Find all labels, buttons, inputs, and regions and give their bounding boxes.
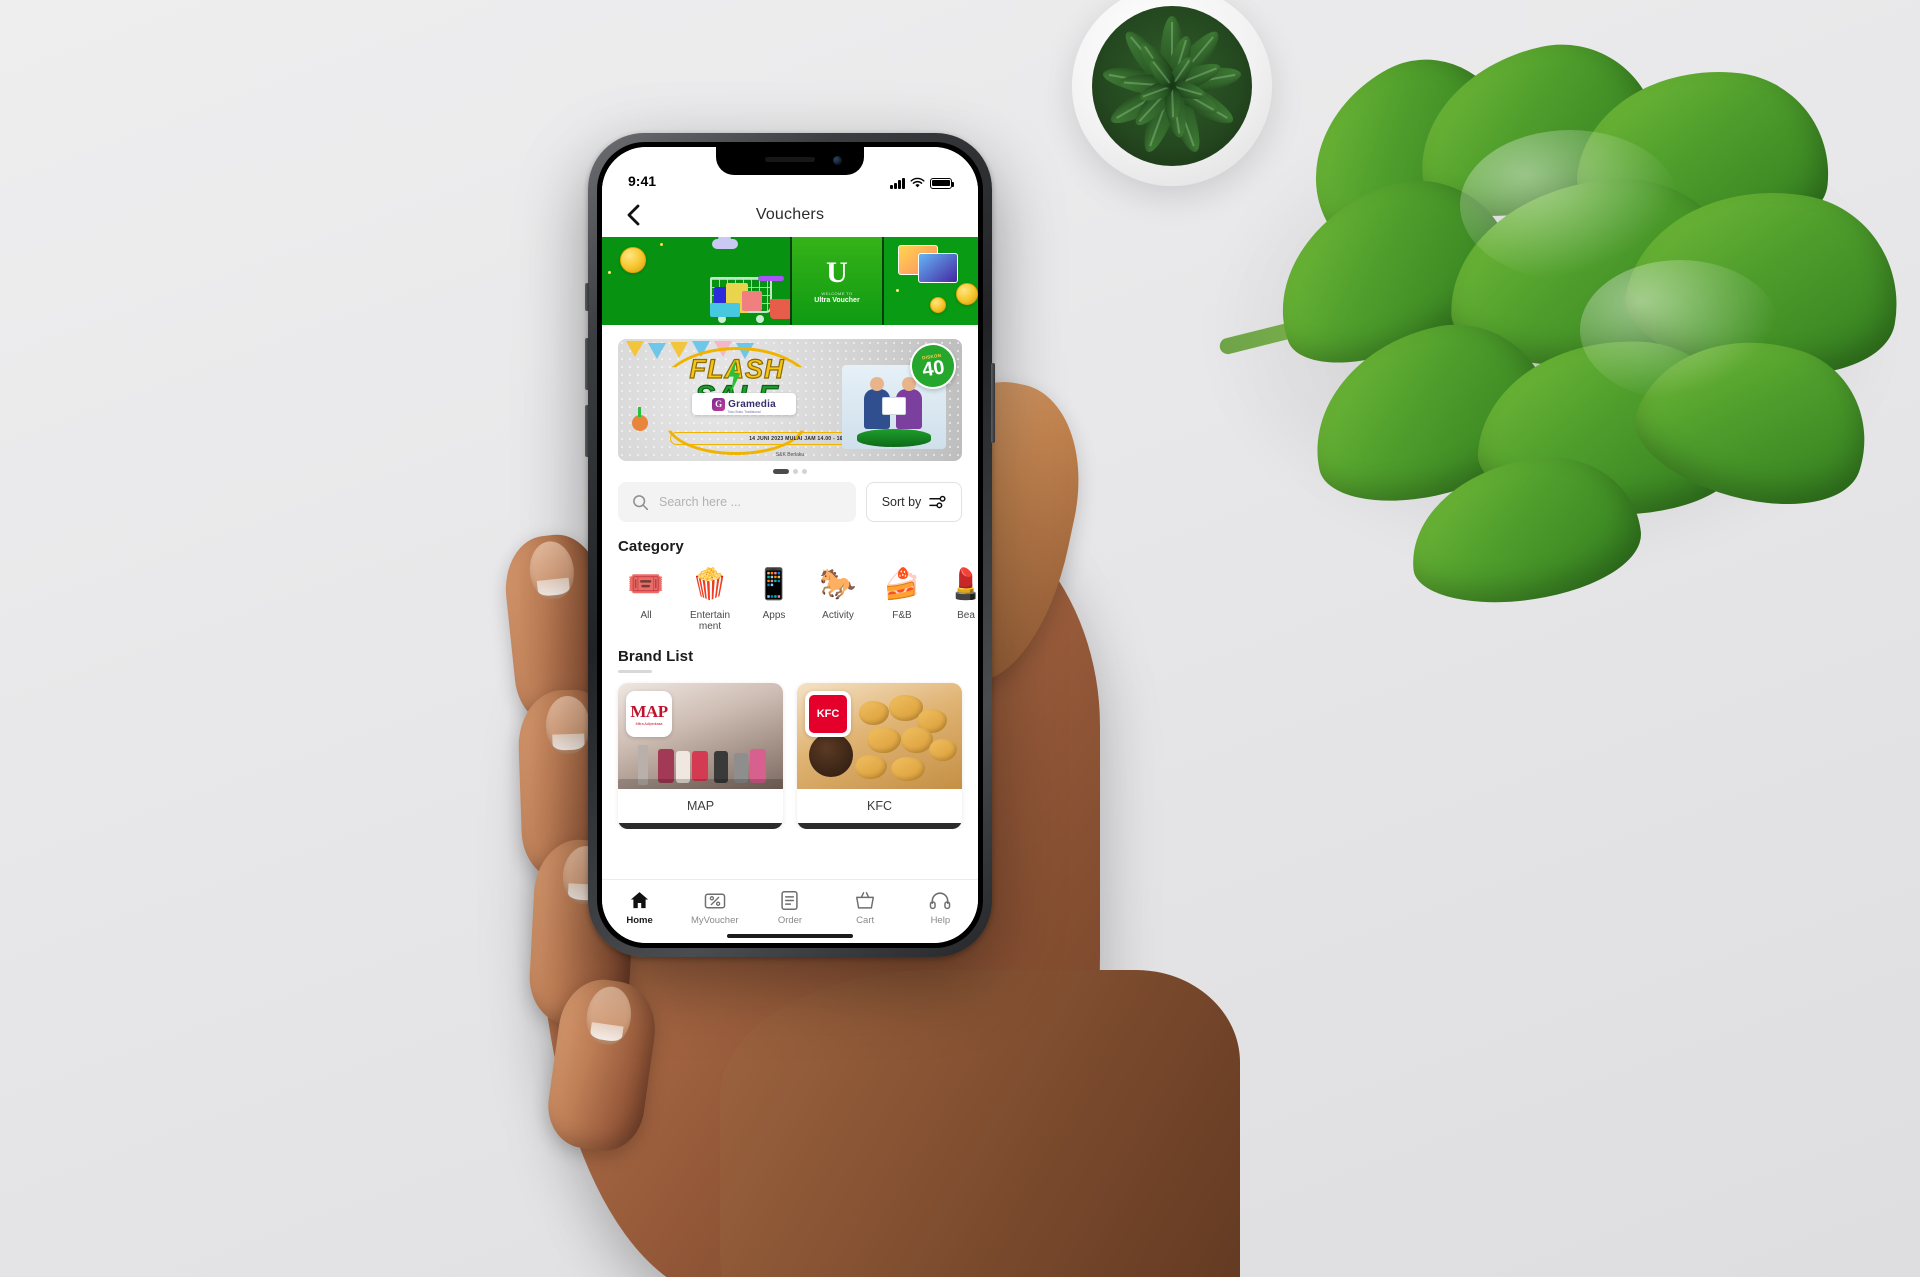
monstera-leaf xyxy=(1160,26,1920,612)
voucher-icon xyxy=(704,890,726,912)
category-label: Apps xyxy=(762,610,786,621)
page-title: Vouchers xyxy=(755,206,825,223)
sliders-icon xyxy=(929,495,946,508)
volume-up-button[interactable] xyxy=(585,338,589,390)
search-input[interactable] xyxy=(659,495,842,509)
battery-icon xyxy=(930,177,955,189)
search-sort-row: Sort by xyxy=(602,478,978,522)
carousel-dot-2[interactable] xyxy=(793,469,798,474)
phone-screen: 9:41 Vouchers U WELCOME TO Ultra Voucher… xyxy=(602,147,978,943)
brand-name: MAP xyxy=(686,799,715,813)
brand-name: KFC xyxy=(867,799,892,813)
partner-tagline: Toko Buku Tradisional xyxy=(727,410,761,414)
mute-switch[interactable] xyxy=(585,283,589,311)
carousel-dot-3[interactable] xyxy=(802,469,807,474)
category-section-title: Category xyxy=(618,538,684,555)
tab-label: MyVoucher xyxy=(691,914,739,926)
app-bar: Vouchers xyxy=(602,193,978,237)
brand-image: KFC xyxy=(797,683,962,789)
succulent-pot xyxy=(1072,0,1272,186)
tab-help[interactable]: Help xyxy=(909,890,971,926)
bottom-tab-bar: Home MyVoucher Order Cart Help xyxy=(602,879,978,943)
volume-down-button[interactable] xyxy=(585,405,589,457)
promo-terms: S&K Berlaku xyxy=(775,452,805,458)
tab-myvoucher[interactable]: MyVoucher xyxy=(684,890,746,926)
brand-logo: KFC xyxy=(805,691,851,737)
scene-root: 9:41 Vouchers U WELCOME TO Ultra Voucher… xyxy=(0,0,1920,1277)
category-list[interactable]: 🎟️ All 🍿 Entertain ment 📱 Apps 🐎 Activit… xyxy=(602,555,978,633)
home-indicator xyxy=(727,934,853,938)
tab-home[interactable]: Home xyxy=(609,890,671,926)
tab-label: Help xyxy=(930,914,951,926)
category-item-activity[interactable]: 🐎 Activity xyxy=(806,565,870,632)
tab-label: Home xyxy=(626,914,653,926)
category-item-apps[interactable]: 📱 Apps xyxy=(742,565,806,632)
tab-label: Cart xyxy=(856,914,875,926)
brand-card-footer-bar xyxy=(797,823,962,829)
cellular-signal-icon xyxy=(890,177,905,189)
partner-name: Gramedia xyxy=(728,398,776,410)
popcorn-icon: 🍿 xyxy=(691,568,729,601)
category-label: F&B xyxy=(892,610,912,621)
brand-card-footer-bar xyxy=(618,823,783,829)
kfc-logo-mark: KFC xyxy=(809,695,847,733)
sort-by-button[interactable]: Sort by xyxy=(866,482,962,522)
carousel-dot-1[interactable] xyxy=(773,469,789,474)
category-item-beauty[interactable]: 💄 Bea xyxy=(934,565,978,632)
mobile-apps-icon: 📱 xyxy=(755,568,793,601)
phone-device: 9:41 Vouchers U WELCOME TO Ultra Voucher… xyxy=(585,133,995,957)
scroll-content[interactable]: U WELCOME TO Ultra Voucher FLASH G Grame… xyxy=(602,237,978,879)
category-label: All xyxy=(640,610,652,621)
search-box[interactable] xyxy=(618,482,856,522)
ultra-voucher-logo: U xyxy=(826,256,848,289)
basket-icon xyxy=(854,890,876,912)
brand-logo: MAP Mitra Adiperkasa xyxy=(626,691,672,737)
category-item-all[interactable]: 🎟️ All xyxy=(614,565,678,632)
brand-section-title: Brand List xyxy=(618,648,694,665)
home-icon xyxy=(629,890,651,912)
headset-icon xyxy=(929,890,951,912)
tab-label: Order xyxy=(777,914,803,926)
voucher-ticket-icon: 🎟️ xyxy=(627,568,665,601)
tab-cart[interactable]: Cart xyxy=(834,890,896,926)
hero-brand-text: Ultra Voucher xyxy=(814,297,860,304)
category-label: Entertain ment xyxy=(689,610,731,632)
hero-right-panel xyxy=(884,237,978,325)
category-label: Activity xyxy=(822,610,854,621)
receipt-icon xyxy=(779,890,801,912)
wifi-icon xyxy=(910,177,925,188)
flash-word-head: FL xyxy=(689,354,725,384)
power-button[interactable] xyxy=(991,363,995,443)
promo-slide[interactable]: FLASH SALE G Gramedia Toko Buku Tradisio… xyxy=(618,339,962,461)
hero-banner[interactable]: U WELCOME TO Ultra Voucher xyxy=(602,237,978,325)
discount-value: 40 xyxy=(920,356,946,381)
gramedia-g-icon: G xyxy=(712,397,726,411)
category-item-entertainment[interactable]: 🍿 Entertain ment xyxy=(678,565,742,633)
category-label: Bea xyxy=(957,610,975,621)
brand-card-map[interactable]: MAP Mitra Adiperkasa MAP xyxy=(618,683,783,829)
hero-welcome-text: WELCOME TO xyxy=(821,291,853,296)
food-drink-icon: 🍰 xyxy=(883,568,921,601)
phone-notch xyxy=(716,147,864,175)
status-time: 9:41 xyxy=(628,173,657,189)
map-logo-sub: Mitra Adiperkasa xyxy=(635,721,663,726)
carousel-dots[interactable] xyxy=(618,461,962,478)
rocking-horse-icon: 🐎 xyxy=(819,568,857,601)
shopping-cart-illustration xyxy=(700,261,790,323)
promo-carousel[interactable]: FLASH SALE G Gramedia Toko Buku Tradisio… xyxy=(602,325,978,478)
tab-order[interactable]: Order xyxy=(759,890,821,926)
category-item-fnb[interactable]: 🍰 F&B xyxy=(870,565,934,632)
search-icon xyxy=(633,494,649,510)
brand-card-kfc[interactable]: KFC KFC xyxy=(797,683,962,829)
hero-logo-panel: U WELCOME TO Ultra Voucher xyxy=(790,237,884,325)
hero-left-panel xyxy=(602,237,790,325)
brand-image: MAP Mitra Adiperkasa xyxy=(618,683,783,789)
partner-logo-chip: G Gramedia Toko Buku Tradisional xyxy=(692,393,796,415)
beauty-icon: 💄 xyxy=(947,568,978,601)
brand-list[interactable]: MAP Mitra Adiperkasa MAP KFC KFC xyxy=(602,673,978,829)
succulent-plant xyxy=(1092,6,1252,166)
map-logo-mark: MAP xyxy=(630,701,668,721)
sort-by-label: Sort by xyxy=(881,495,922,509)
